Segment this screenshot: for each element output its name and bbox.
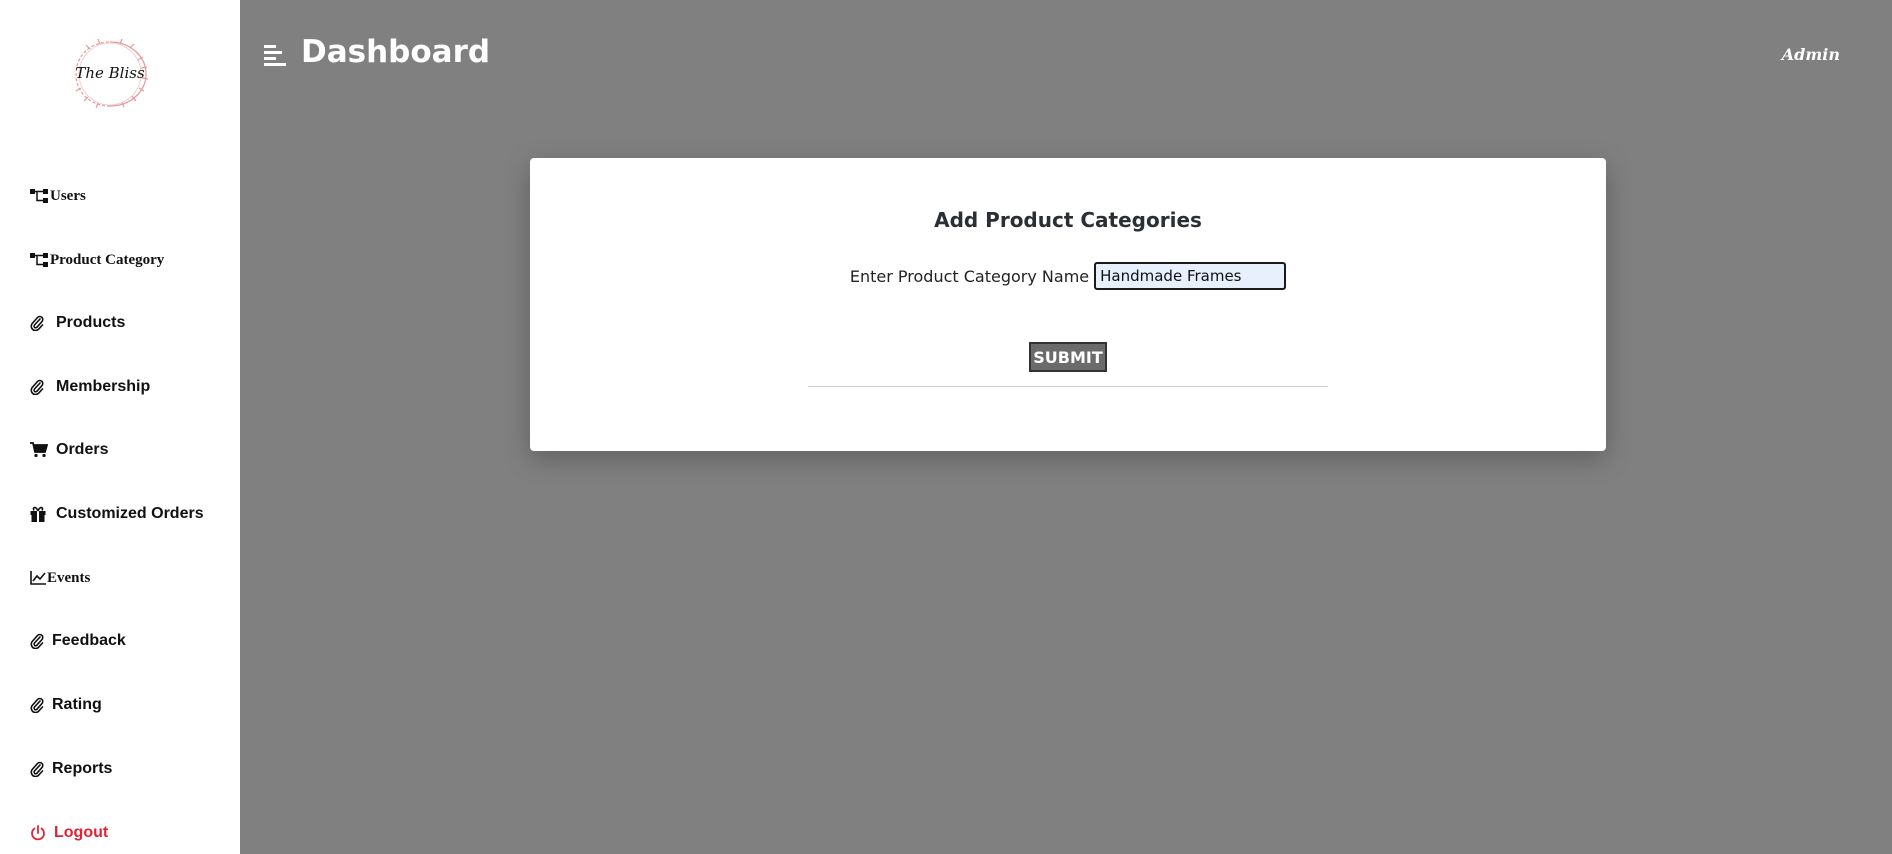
user-menu[interactable]: Admin <box>1782 45 1840 64</box>
sidebar-item-label: Reports <box>52 760 113 777</box>
sidebar-item-label: Rating <box>52 696 102 713</box>
category-field-row: Enter Product Category Name <box>530 262 1606 290</box>
sidebar-item-label: Users <box>50 187 86 204</box>
paperclip-icon <box>30 696 46 714</box>
sidebar-item-label: Products <box>56 314 126 331</box>
sidebar-item-users[interactable]: Users <box>30 183 86 209</box>
sidebar-item-orders[interactable]: Orders <box>30 437 108 463</box>
sidebar-item-product-category[interactable]: Product Category <box>30 247 164 273</box>
brand-logo[interactable]: The Bliss <box>68 36 152 112</box>
sidebar-item-label: Orders <box>56 441 109 458</box>
form-title: Add Product Categories <box>934 208 1202 232</box>
divider <box>808 386 1328 387</box>
page-title: Dashboard <box>301 34 491 70</box>
category-name-input[interactable] <box>1094 262 1287 290</box>
add-category-card: Add Product Categories Enter Product Cat… <box>530 158 1606 451</box>
sitemap-icon <box>30 187 50 205</box>
paperclip-icon <box>30 760 46 778</box>
menu-toggle-icon[interactable] <box>264 44 286 66</box>
brand-logo-text: The Bliss <box>75 64 145 82</box>
cart-icon <box>30 441 50 459</box>
chart-line-icon <box>30 569 47 587</box>
sidebar-item-label: Membership <box>56 378 151 395</box>
sidebar-item-label: Logout <box>54 824 109 841</box>
paperclip-icon <box>30 314 50 332</box>
sidebar-item-label: Feedback <box>52 632 126 649</box>
power-icon <box>30 824 48 842</box>
sidebar-item-label: Events <box>47 569 91 586</box>
sidebar-item-membership[interactable]: Membership <box>30 374 150 400</box>
sidebar-item-reports[interactable]: Reports <box>30 756 112 782</box>
paperclip-icon <box>30 378 50 396</box>
paperclip-icon <box>30 632 46 650</box>
gift-icon <box>30 505 50 523</box>
sidebar-item-label: Product Category <box>50 251 165 268</box>
sitemap-icon <box>30 251 50 269</box>
sidebar-item-label: Customized Orders <box>56 505 204 522</box>
sidebar-item-events[interactable]: Events <box>30 565 90 591</box>
sidebar-item-products[interactable]: Products <box>30 310 125 336</box>
submit-button[interactable]: SUBMIT <box>1029 342 1107 372</box>
sidebar-item-customized-orders[interactable]: Customized Orders <box>30 501 204 527</box>
sidebar-item-feedback[interactable]: Feedback <box>30 628 126 654</box>
sidebar-item-logout[interactable]: Logout <box>30 820 108 846</box>
sidebar: The Bliss Users Product Category Product… <box>0 0 240 854</box>
category-name-label: Enter Product Category Name <box>849 266 1090 286</box>
sidebar-item-rating[interactable]: Rating <box>30 692 102 718</box>
